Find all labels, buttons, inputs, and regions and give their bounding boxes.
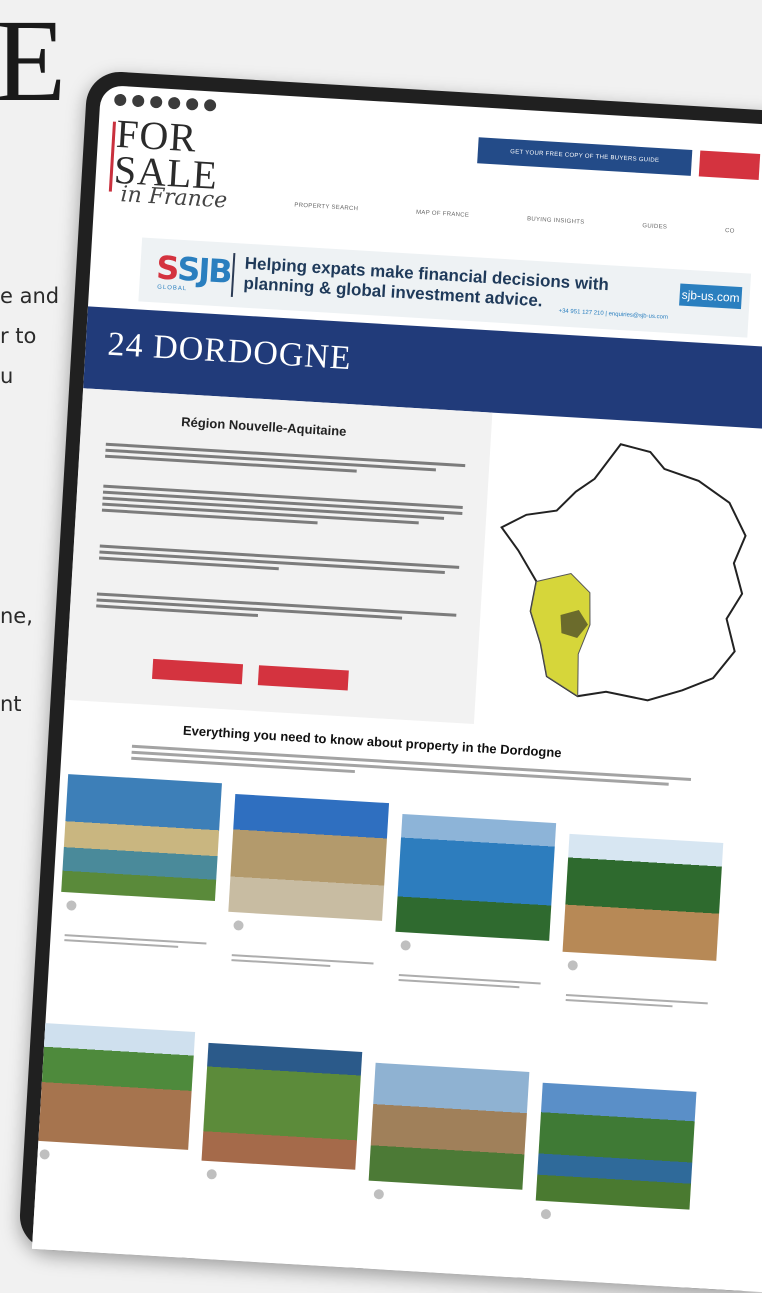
- tablet-device: FOR SALE in France GET YOUR FREE COPY OF…: [18, 70, 762, 1293]
- card-excerpt: [231, 954, 374, 969]
- card-photo: [34, 1022, 196, 1150]
- youtube-icon[interactable]: [167, 96, 181, 110]
- card-photo: [61, 774, 222, 901]
- linkedin-icon[interactable]: [203, 98, 217, 112]
- info-paragraph: [105, 440, 466, 482]
- card-photo: [395, 813, 557, 941]
- website-screen: FOR SALE in France GET YOUR FREE COPY OF…: [31, 84, 762, 1293]
- card-photo: [535, 1082, 697, 1210]
- card-photo: [228, 794, 390, 921]
- article-card[interactable]: [388, 813, 557, 1059]
- background-text-fragment: e and: [0, 284, 60, 308]
- banner-contact: +34 951 127 210 | enquiries@sjb-us.com: [558, 308, 669, 321]
- card-title[interactable]: [232, 938, 374, 956]
- france-outline: [500, 443, 747, 702]
- region-info-box: Région Nouvelle-Aquitaine: [64, 388, 493, 725]
- article-card[interactable]: [194, 1042, 363, 1288]
- article-card[interactable]: [31, 1022, 196, 1268]
- card-title[interactable]: [566, 978, 708, 996]
- social-icons: [113, 93, 217, 112]
- info-paragraph: [96, 589, 457, 631]
- twitter-icon[interactable]: [131, 94, 145, 108]
- nav-property-search[interactable]: PROPERTY SEARCH: [294, 202, 358, 212]
- logo-line-3: in France: [119, 182, 228, 214]
- author-avatar: [233, 920, 244, 931]
- article-card[interactable]: [221, 794, 390, 1039]
- card-photo: [562, 833, 724, 961]
- banner-divider: [230, 252, 236, 297]
- site-logo[interactable]: FOR SALE in France: [108, 111, 232, 214]
- background-heading-letter: E: [0, 0, 69, 126]
- pinterest-icon[interactable]: [149, 95, 163, 109]
- info-button-1[interactable]: [152, 658, 244, 685]
- region-title: Région Nouvelle-Aquitaine: [180, 414, 347, 439]
- background-text-fragment: ne,: [0, 604, 33, 628]
- background-text-fragment: u: [0, 364, 14, 388]
- author-avatar: [39, 1149, 50, 1160]
- card-title[interactable]: [399, 958, 541, 976]
- background-text-fragment: nt: [0, 692, 22, 716]
- instagram-icon[interactable]: [185, 97, 199, 111]
- author-avatar: [567, 960, 579, 971]
- buyers-guide-button[interactable]: GET YOUR FREE COPY OF THE BUYERS GUIDE: [477, 137, 693, 176]
- main-nav: PROPERTY SEARCH MAP OF FRANCE BUYING INS…: [294, 202, 735, 234]
- france-map[interactable]: [485, 429, 761, 714]
- author-avatar: [66, 900, 77, 911]
- nav-guides[interactable]: GUIDES: [642, 223, 667, 230]
- info-paragraph: [101, 482, 463, 536]
- article-card[interactable]: [555, 833, 724, 1079]
- card-excerpt: [398, 974, 541, 989]
- card-title[interactable]: [65, 918, 207, 936]
- page-title: 24 DORDOGNE: [106, 325, 353, 378]
- card-photo: [201, 1042, 363, 1170]
- facebook-icon[interactable]: [113, 93, 127, 107]
- header-red-button[interactable]: [698, 150, 761, 180]
- card-excerpt: [565, 993, 708, 1009]
- info-button-2[interactable]: [257, 665, 349, 691]
- author-avatar: [206, 1168, 218, 1180]
- author-avatar: [400, 940, 411, 951]
- background-text-fragment: r to: [0, 324, 37, 348]
- card-excerpt: [64, 934, 207, 949]
- article-card[interactable]: [528, 1082, 697, 1293]
- sjb-logo-subtitle: GLOBAL: [157, 284, 188, 293]
- nav-buying-insights[interactable]: BUYING INSIGHTS: [527, 216, 585, 225]
- sjb-url-button[interactable]: sjb-us.com: [679, 283, 743, 310]
- nav-map-of-france[interactable]: MAP OF FRANCE: [416, 210, 469, 219]
- author-avatar: [540, 1208, 552, 1220]
- article-card[interactable]: [54, 774, 222, 1019]
- nav-more[interactable]: CO: [725, 228, 735, 235]
- author-avatar: [373, 1188, 385, 1200]
- banner-message: Helping expats make financial decisions …: [243, 254, 609, 316]
- article-card[interactable]: [361, 1062, 530, 1293]
- card-photo: [368, 1062, 530, 1190]
- info-paragraph: [98, 542, 460, 584]
